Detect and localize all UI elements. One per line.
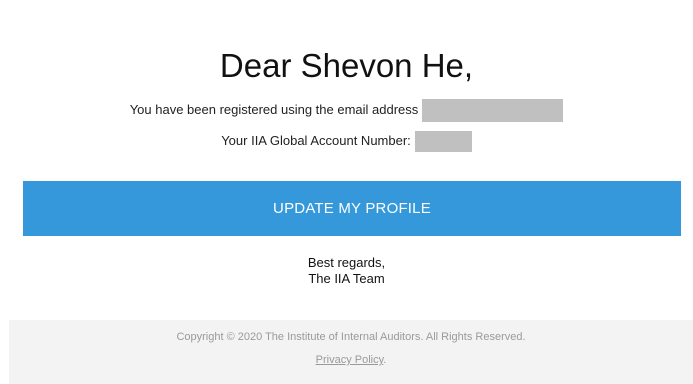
redacted-email [422, 99, 564, 122]
account-number-line: Your IIA Global Account Number: [0, 131, 693, 153]
privacy-row: Privacy Policy. [9, 353, 693, 367]
footer: Copyright © 2020 The Institute of Intern… [9, 320, 693, 384]
signoff-regards: Best regards, [307, 255, 386, 270]
redacted-account-number [414, 131, 472, 153]
registration-line: You have been registered using the email… [0, 99, 693, 122]
signoff-team: The IIA Team [308, 271, 385, 286]
update-profile-button[interactable]: UPDATE MY PROFILE [23, 181, 681, 236]
signoff: Best regards, The IIA Team [0, 255, 693, 287]
privacy-policy-link[interactable]: Privacy Policy [316, 354, 384, 366]
privacy-period: . [383, 354, 387, 366]
email-body: Dear Shevon He, You have been registered… [0, 0, 693, 384]
registration-text: You have been registered using the email… [129, 101, 419, 117]
account-number-label: Your IIA Global Account Number: [221, 133, 411, 148]
copyright-text: Copyright © 2020 The Institute of Intern… [176, 331, 526, 343]
greeting-heading: Dear Shevon He, [219, 47, 474, 84]
